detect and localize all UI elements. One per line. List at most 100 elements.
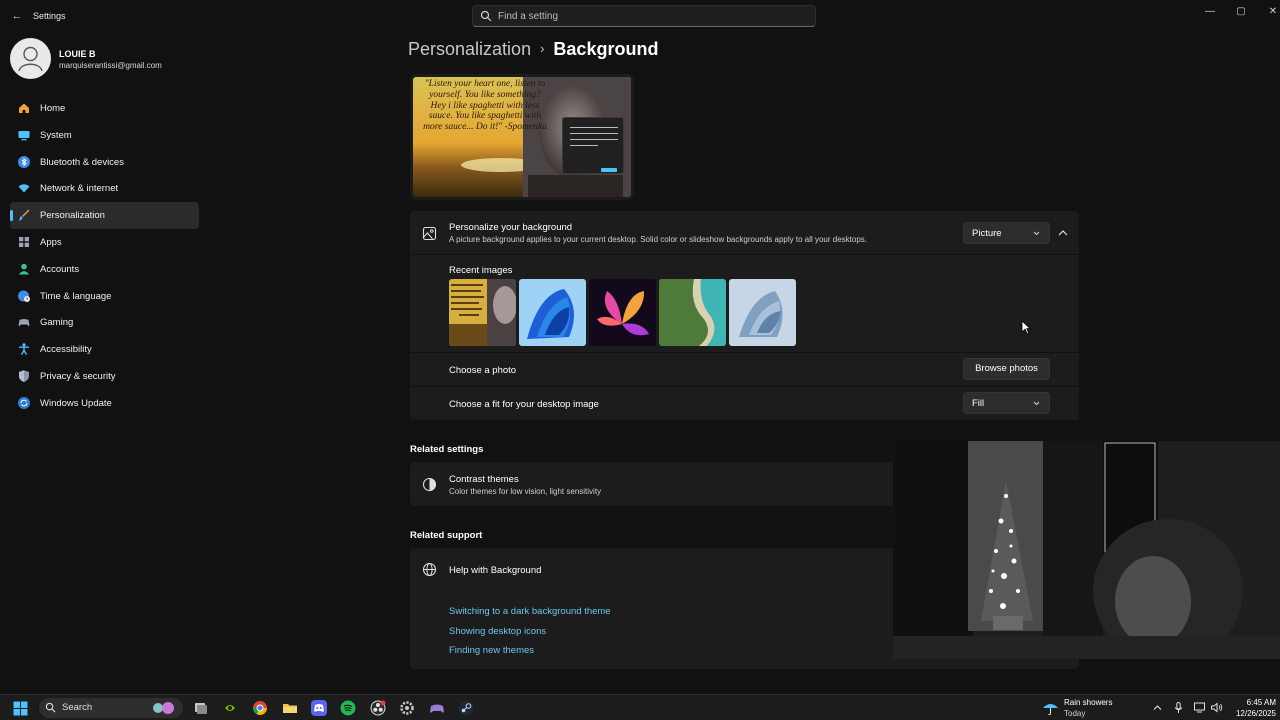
sidebar-item-label: Windows Update <box>40 397 112 409</box>
webcam-overlay <box>893 441 1280 659</box>
contrast-themes-title: Contrast themes <box>449 474 519 485</box>
sidebar-item-label: Privacy & security <box>40 370 116 382</box>
preview-window-mock <box>562 117 624 174</box>
search-icon <box>45 702 56 713</box>
recent-image-glow-bloom[interactable] <box>729 279 796 346</box>
fit-value: Fill <box>972 398 985 409</box>
user-email: marquiserantissi@gmail.com <box>59 61 162 70</box>
taskbar: Search Rain showers Today 6:45 AM 12/26/… <box>0 694 1280 720</box>
nvidia-icon[interactable] <box>222 700 238 716</box>
sidebar-item-system[interactable]: System <box>10 122 199 149</box>
sidebar-item-apps[interactable]: Apps <box>10 229 199 256</box>
choose-photo-row: Choose a photo Browse photos <box>410 353 1079 386</box>
title-bar: ← Settings — ▢ ✕ <box>0 0 1280 34</box>
close-button[interactable]: ✕ <box>1258 3 1280 21</box>
sidebar-item-bluetooth[interactable]: Bluetooth & devices <box>10 149 199 176</box>
breadcrumb-parent[interactable]: Personalization <box>408 39 531 59</box>
help-with-background-title[interactable]: Help with Background <box>449 565 541 576</box>
clock-date[interactable]: 12/26/2025 <box>1226 709 1276 718</box>
sidebar-item-time-language[interactable]: Time & language <box>10 283 199 310</box>
obs-icon[interactable] <box>370 700 386 716</box>
volume-icon[interactable] <box>1210 701 1223 714</box>
person-icon <box>18 46 43 72</box>
preview-quote: "Listen your heart one, listen to yourse… <box>423 79 547 133</box>
sidebar-item-label: Gaming <box>40 317 74 329</box>
globe-icon <box>422 562 437 577</box>
sidebar-item-network[interactable]: Network & internet <box>10 175 199 202</box>
microphone-icon[interactable] <box>1172 701 1185 714</box>
chevron-up-icon[interactable] <box>1151 701 1164 714</box>
globe-clock-icon <box>18 290 30 302</box>
clock-time[interactable]: 6:45 AM <box>1236 698 1276 707</box>
apps-icon <box>19 236 29 247</box>
file-explorer-icon[interactable] <box>282 700 298 716</box>
weather-condition: Rain showers <box>1064 698 1113 707</box>
breadcrumb: Personalization › Background <box>408 39 658 65</box>
user-name: LOUIE B <box>59 49 96 59</box>
choose-photo-label: Choose a photo <box>449 365 517 376</box>
personalize-background-row[interactable]: Personalize your background A picture ba… <box>410 211 1079 254</box>
sidebar-item-label: Network & internet <box>40 183 119 195</box>
personalize-background-description: A picture background applies to your cur… <box>449 235 868 244</box>
sidebar-nav: Home System Bluetooth & devices Network … <box>10 95 199 417</box>
task-view-icon[interactable] <box>193 700 209 716</box>
personalize-background-title: Personalize your background <box>449 222 573 233</box>
browse-photos-button[interactable]: Browse photos <box>963 358 1050 380</box>
wifi-icon <box>18 184 30 193</box>
recent-images-section: Recent images <box>410 255 1079 352</box>
choose-fit-label: Choose a fit for your desktop image <box>449 399 599 410</box>
sidebar-item-accounts[interactable]: Accounts <box>10 256 199 283</box>
taskbar-search[interactable]: Search <box>39 698 183 718</box>
recent-image-aerial-coast[interactable] <box>659 279 726 346</box>
update-icon <box>18 396 30 409</box>
minimize-button[interactable]: — <box>1195 3 1225 21</box>
recent-image-quote-wallpaper[interactable] <box>449 279 516 346</box>
steam-icon[interactable] <box>458 700 474 716</box>
controller-app-icon[interactable] <box>429 700 445 716</box>
sidebar-item-label: Accessibility <box>40 344 92 356</box>
sidebar-item-personalization[interactable]: Personalization <box>10 202 199 229</box>
fit-dropdown[interactable]: Fill <box>963 392 1050 414</box>
sidebar-item-accessibility[interactable]: Accessibility <box>10 336 199 363</box>
chevron-up-icon[interactable] <box>1053 223 1073 243</box>
recent-image-blue-bloom[interactable] <box>519 279 586 346</box>
desktop-preview: "Listen your heart one, listen to yourse… <box>410 74 634 200</box>
discord-icon[interactable] <box>311 700 327 716</box>
maximize-button[interactable]: ▢ <box>1226 3 1256 21</box>
chrome-icon[interactable] <box>252 700 268 716</box>
search-highlight-icon <box>153 702 174 714</box>
background-type-value: Picture <box>972 228 1002 239</box>
settings-icon[interactable] <box>399 700 415 716</box>
spotify-icon[interactable] <box>340 700 356 716</box>
sidebar-item-label: Personalization <box>40 210 105 222</box>
app-title: Settings <box>33 11 66 21</box>
user-profile[interactable]: LOUIE B marquiserantissi@gmail.com <box>10 38 210 80</box>
sidebar-item-home[interactable]: Home <box>10 95 199 122</box>
bluetooth-icon <box>18 155 30 168</box>
background-type-dropdown[interactable]: Picture <box>963 222 1050 244</box>
recent-images-label: Recent images <box>449 265 513 276</box>
sidebar-item-label: Apps <box>40 236 62 248</box>
recent-image-colorful-flower[interactable] <box>589 279 656 346</box>
brush-icon <box>18 209 30 221</box>
sidebar-item-label: System <box>40 129 72 141</box>
weather-day: Today <box>1064 709 1086 718</box>
back-button[interactable]: ← <box>10 9 24 23</box>
contrast-themes-subtitle: Color themes for low vision, light sensi… <box>449 487 602 496</box>
sidebar-item-privacy[interactable]: Privacy & security <box>10 363 199 390</box>
windows-start-icon[interactable] <box>13 701 28 716</box>
network-icon[interactable] <box>1193 701 1206 714</box>
sidebar-item-label: Home <box>40 103 66 114</box>
search-icon <box>480 10 492 22</box>
help-link-new-themes[interactable]: Finding new themes <box>449 645 534 656</box>
find-setting-box[interactable] <box>472 5 816 27</box>
help-link-dark-theme[interactable]: Switching to a dark background theme <box>449 606 611 617</box>
sidebar-item-label: Accounts <box>40 263 80 275</box>
system-icon <box>18 130 30 141</box>
find-setting-input[interactable] <box>498 8 798 24</box>
related-support-heading: Related support <box>410 530 483 541</box>
sidebar-item-gaming[interactable]: Gaming <box>10 309 199 336</box>
rain-umbrella-icon <box>1043 704 1058 716</box>
help-link-desktop-icons[interactable]: Showing desktop icons <box>449 626 546 637</box>
sidebar-item-windows-update[interactable]: Windows Update <box>10 390 199 417</box>
